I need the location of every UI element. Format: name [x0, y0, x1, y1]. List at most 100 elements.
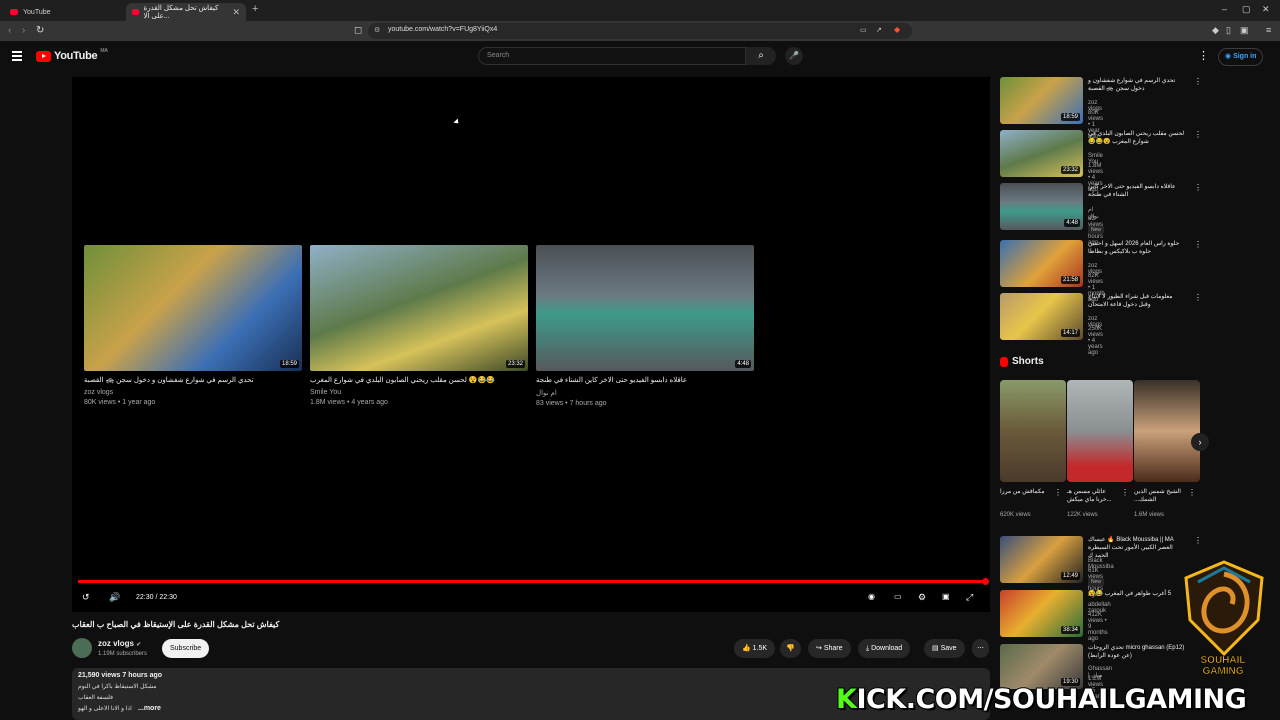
new-tab-button[interactable]: +	[252, 3, 258, 15]
sidebar-video-title[interactable]: micro ghassan (Ep12) تحدي الزوجات (عن عو…	[1088, 644, 1186, 660]
sidebar-thumbnail[interactable]: 4:48	[1000, 183, 1083, 230]
search-input[interactable]: Search	[478, 47, 746, 65]
sidebar-thumbnail[interactable]: 38:34	[1000, 590, 1083, 637]
back-icon[interactable]: ‹	[8, 25, 11, 36]
show-more-link[interactable]: ...more	[138, 705, 161, 712]
short-title[interactable]: الشيخ شمس الدين الشمك...	[1134, 488, 1190, 504]
more-options-icon[interactable]: ⋮	[1054, 488, 1062, 497]
endscreen-title[interactable]: عاقلاه دابسو الفيديو حتى الاخر كاين الشت…	[536, 376, 754, 384]
minimize-icon[interactable]: –	[1222, 4, 1227, 14]
short-thumbnail[interactable]	[1134, 380, 1200, 482]
channel-name[interactable]: zoz vlogs ✔	[98, 639, 141, 648]
sidebar-thumbnail[interactable]: 18:59	[1000, 77, 1083, 124]
sidebar-thumbnail[interactable]: 14:17	[1000, 293, 1083, 340]
short-title[interactable]: مكماقش من مررا	[1000, 488, 1056, 496]
voice-search-button[interactable]: 🎤	[785, 47, 803, 65]
browser-tab-bar: YouTube كيفاش تحل مشكل القدرة على الا...…	[0, 0, 1280, 21]
video-thumbnail[interactable]: 18:59	[84, 245, 302, 371]
forward-icon[interactable]: ›	[22, 25, 25, 36]
wallet-icon[interactable]: ▣	[1240, 25, 1249, 36]
sidebar-video-title[interactable]: Black Moussiba || MA 🔥 عيساك العصر الكبي…	[1088, 536, 1186, 560]
more-options-icon[interactable]: ⋮	[1194, 293, 1202, 302]
settings-gear-icon[interactable]: ⚙	[918, 592, 926, 603]
video-thumbnail[interactable]: 4:48	[536, 245, 754, 371]
save-button[interactable]: ▤ Save	[924, 639, 965, 658]
endscreen-title[interactable]: 😂😂😵 لحسن مقلب ريحني الصابون البلدي في شو…	[310, 376, 528, 384]
miniplayer-icon[interactable]: ▣	[942, 592, 950, 601]
reload-icon[interactable]: ↻	[36, 25, 44, 36]
more-options-icon[interactable]: ⋮	[1194, 77, 1202, 86]
browser-tab-youtube[interactable]: YouTube	[4, 3, 124, 21]
sidebar-video-title[interactable]: لحسن مقلب ريحني الصابون البلدي في شوارع …	[1088, 130, 1186, 146]
country-code: MA	[100, 48, 108, 54]
youtube-header: YouTube MA Search ⌕ 🎤 ⋮ ◉ Sign in	[0, 41, 1280, 71]
sidebar-toggle-icon[interactable]: ▯	[1226, 25, 1231, 36]
duration-badge: 23:32	[1060, 166, 1080, 174]
short-thumbnail[interactable]	[1067, 380, 1133, 482]
sign-in-button[interactable]: ◉ Sign in	[1218, 48, 1264, 66]
more-options-icon[interactable]: ⋮	[1188, 488, 1196, 497]
captions-icon[interactable]: ▭	[894, 592, 902, 601]
fullscreen-icon[interactable]: ⤢	[966, 592, 973, 603]
like-button[interactable]: 👍 1.5K	[734, 639, 776, 658]
sidebar-thumbnail[interactable]: 21:58	[1000, 240, 1083, 287]
more-options-icon[interactable]: ⋮	[1194, 130, 1202, 139]
autoplay-toggle[interactable]: ◉	[868, 592, 875, 601]
more-options-icon[interactable]: ⋮	[1194, 240, 1202, 249]
extension-icon[interactable]: ◆	[1212, 25, 1219, 36]
download-button[interactable]: ⤓ Download	[858, 639, 911, 658]
shorts-next-button[interactable]: ›	[1191, 433, 1209, 451]
sidebar-thumbnail[interactable]: 19:30	[1000, 644, 1083, 689]
sidebar-video-title[interactable]: حلوة راس العام 2026 اسهل و احسن حلوة ب ب…	[1088, 240, 1186, 256]
share-button[interactable]: ↪ Share	[808, 639, 851, 658]
url-field[interactable]: ⚙ youtube.com/watch?v=FUg8YiiQx4 ▭ ↗ ◆	[368, 23, 912, 39]
endscreen-title[interactable]: تحدي الرسم في شوارع شفشاون و دخول سجن 🚓 …	[84, 376, 302, 384]
share-page-icon[interactable]: ↗	[876, 26, 882, 34]
youtube-favicon-icon	[132, 9, 139, 15]
youtube-logo[interactable]: YouTube MA	[36, 48, 108, 62]
sidebar-meta: 250K views • 4 years ago	[1088, 326, 1104, 356]
sidebar-thumbnail[interactable]: 23:32	[1000, 130, 1083, 177]
browser-menu-icon[interactable]: ≡	[1266, 25, 1271, 35]
sidebar-thumbnail[interactable]: 12:49	[1000, 536, 1083, 583]
more-actions-button[interactable]: ⋯	[972, 639, 989, 658]
browser-tab-current[interactable]: كيفاش تحل مشكل القدرة على الا... ✕	[126, 3, 246, 21]
cast-icon[interactable]: ▭	[860, 26, 867, 34]
volume-icon[interactable]: 🔊	[109, 592, 120, 603]
short-thumbnail[interactable]	[1000, 380, 1066, 482]
settings-dots-icon[interactable]: ⋮	[1198, 49, 1209, 62]
bookmark-icon[interactable]: ◻	[354, 25, 362, 36]
endscreen-video-card[interactable]: 23:32 😂😂😵 لحسن مقلب ريحني الصابون البلدي…	[310, 245, 528, 406]
more-options-icon[interactable]: ⋮	[1121, 488, 1129, 497]
site-info-icon[interactable]: ⚙	[374, 26, 380, 34]
window-close-icon[interactable]: ✕	[1262, 4, 1270, 15]
url-text: youtube.com/watch?v=FUg8YiiQx4	[388, 26, 498, 33]
duration-badge: 18:59	[1060, 113, 1080, 121]
endscreen-video-card[interactable]: 4:48 عاقلاه دابسو الفيديو حتى الاخر كاين…	[536, 245, 754, 407]
verified-icon: ✔	[136, 642, 142, 648]
video-player[interactable]: 18:59 تحدي الرسم في شوارع شفشاون و دخول …	[72, 77, 990, 612]
scrubber-handle[interactable]	[982, 578, 989, 585]
search-button[interactable]: ⌕	[746, 47, 776, 65]
subscribe-button[interactable]: Subscribe	[162, 639, 210, 658]
endscreen-video-card[interactable]: 18:59 تحدي الرسم في شوارع شفشاون و دخول …	[84, 245, 302, 406]
more-options-icon[interactable]: ⋮	[1194, 536, 1202, 545]
kick-channel-overlay: KICK.COM/SOUHAILGAMING	[835, 683, 1248, 716]
menu-icon[interactable]	[12, 51, 22, 63]
sidebar-video-title[interactable]: 5 أغرب طواهر في المغرب 😂😵	[1088, 590, 1186, 598]
sidebar-video-title[interactable]: عاقلاه دابسو الفيديو حتى الاخر كاين الشت…	[1088, 183, 1186, 199]
brand-text: SOUHAIL GAMING	[1183, 655, 1263, 678]
close-tab-icon[interactable]: ✕	[232, 7, 240, 18]
sidebar-video-title[interactable]: تحدي الرسم في شوارع شفشاون و دخول سجن 🚓 …	[1088, 77, 1186, 93]
short-title[interactable]: عائلي مسمن هـ ...خرنا ماي ميكش	[1067, 488, 1123, 504]
endscreen-meta: 1.8M views • 4 years ago	[310, 399, 388, 406]
channel-avatar[interactable]	[72, 638, 92, 658]
progress-bar[interactable]	[78, 578, 989, 585]
more-options-icon[interactable]: ⋮	[1194, 183, 1202, 192]
maximize-icon[interactable]: ▢	[1242, 4, 1251, 15]
video-thumbnail[interactable]: 23:32	[310, 245, 528, 371]
brave-shield-icon[interactable]: ◆	[894, 25, 900, 34]
sidebar-video-title[interactable]: معلومات قبل شراء الطيور لا لانتاج وقبل د…	[1088, 293, 1186, 309]
replay-icon[interactable]: ↺	[82, 592, 90, 603]
dislike-button[interactable]: 👎	[780, 639, 801, 658]
